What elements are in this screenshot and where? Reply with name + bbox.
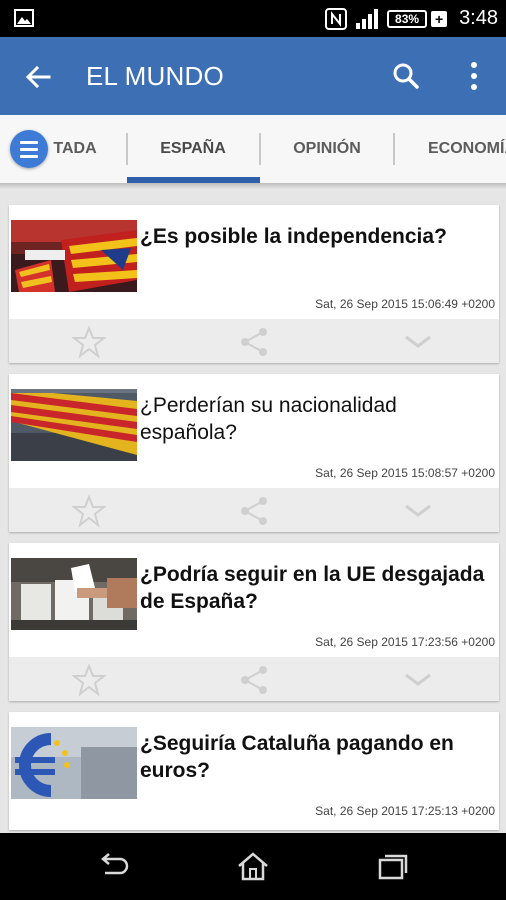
article-headline[interactable]: ¿Es posible la independencia? [140, 223, 490, 250]
recents-icon[interactable] [376, 851, 410, 881]
system-nav-bar [0, 833, 506, 900]
signal-icon [356, 8, 379, 29]
share-icon[interactable] [237, 325, 271, 359]
chevron-down-icon[interactable] [401, 663, 435, 697]
overflow-menu-icon[interactable] [462, 57, 486, 97]
euro-sculpture-image [11, 727, 137, 799]
article-actions [9, 657, 499, 701]
back-arrow-icon[interactable] [22, 61, 54, 93]
article-date: Sat, 26 Sep 2015 15:06:49 +0200 [315, 297, 495, 311]
star-icon[interactable] [72, 494, 106, 528]
crowd-flags-image [11, 220, 137, 292]
article-card[interactable]: ¿Perderían su nacionalidad española? Sat… [9, 374, 499, 532]
flag-crowd-image [11, 389, 137, 461]
article-date: Sat, 26 Sep 2015 15:08:57 +0200 [315, 466, 495, 480]
article-headline[interactable]: ¿Perderían su nacionalidad española? [140, 392, 490, 446]
tab-divider [393, 133, 395, 165]
share-icon[interactable] [237, 663, 271, 697]
chevron-down-icon[interactable] [401, 494, 435, 528]
star-icon[interactable] [72, 663, 106, 697]
menu-button[interactable] [10, 130, 48, 168]
tab-divider [259, 133, 261, 165]
search-icon[interactable] [390, 60, 422, 92]
article-actions [9, 319, 499, 363]
article-date: Sat, 26 Sep 2015 17:25:13 +0200 [315, 804, 495, 818]
section-tabs: TADA ESPAÑA OPINIÓN ECONOMÍA [0, 115, 506, 183]
article-card[interactable]: ¿Es posible la independencia? Sat, 26 Se… [9, 205, 499, 363]
article-headline[interactable]: ¿Podría seguir en la UE desgajada de Esp… [140, 561, 490, 615]
tab-opinion[interactable]: OPINIÓN [262, 115, 392, 183]
charging-indicator: + [431, 10, 448, 27]
ballot-box-image [11, 558, 137, 630]
nfc-icon [325, 7, 348, 30]
star-icon[interactable] [72, 325, 106, 359]
battery-level: 83% [395, 11, 420, 26]
chevron-down-icon[interactable] [401, 325, 435, 359]
tab-espana[interactable]: ESPAÑA [128, 115, 258, 183]
tabs-shadow [0, 183, 506, 189]
tab-economia[interactable]: ECONOMÍA [428, 115, 506, 183]
gallery-icon [14, 9, 34, 27]
status-bar: 83% + 3:48 [0, 0, 506, 37]
article-card[interactable]: ¿Seguiría Cataluña pagando en euros? Sat… [9, 712, 499, 830]
clock: 3:48 [459, 7, 498, 29]
share-icon[interactable] [237, 494, 271, 528]
tab-tada[interactable]: TADA [52, 115, 98, 183]
article-actions [9, 488, 499, 532]
app-bar: EL MUNDO [0, 37, 506, 115]
battery-icon: 83% [387, 9, 428, 28]
article-card[interactable]: ¿Podría seguir en la UE desgajada de Esp… [9, 543, 499, 701]
article-headline[interactable]: ¿Seguiría Cataluña pagando en euros? [140, 730, 490, 784]
home-icon[interactable] [236, 851, 270, 881]
app-title: EL MUNDO [86, 61, 224, 91]
back-nav-icon[interactable] [96, 851, 130, 881]
article-date: Sat, 26 Sep 2015 17:23:56 +0200 [315, 635, 495, 649]
